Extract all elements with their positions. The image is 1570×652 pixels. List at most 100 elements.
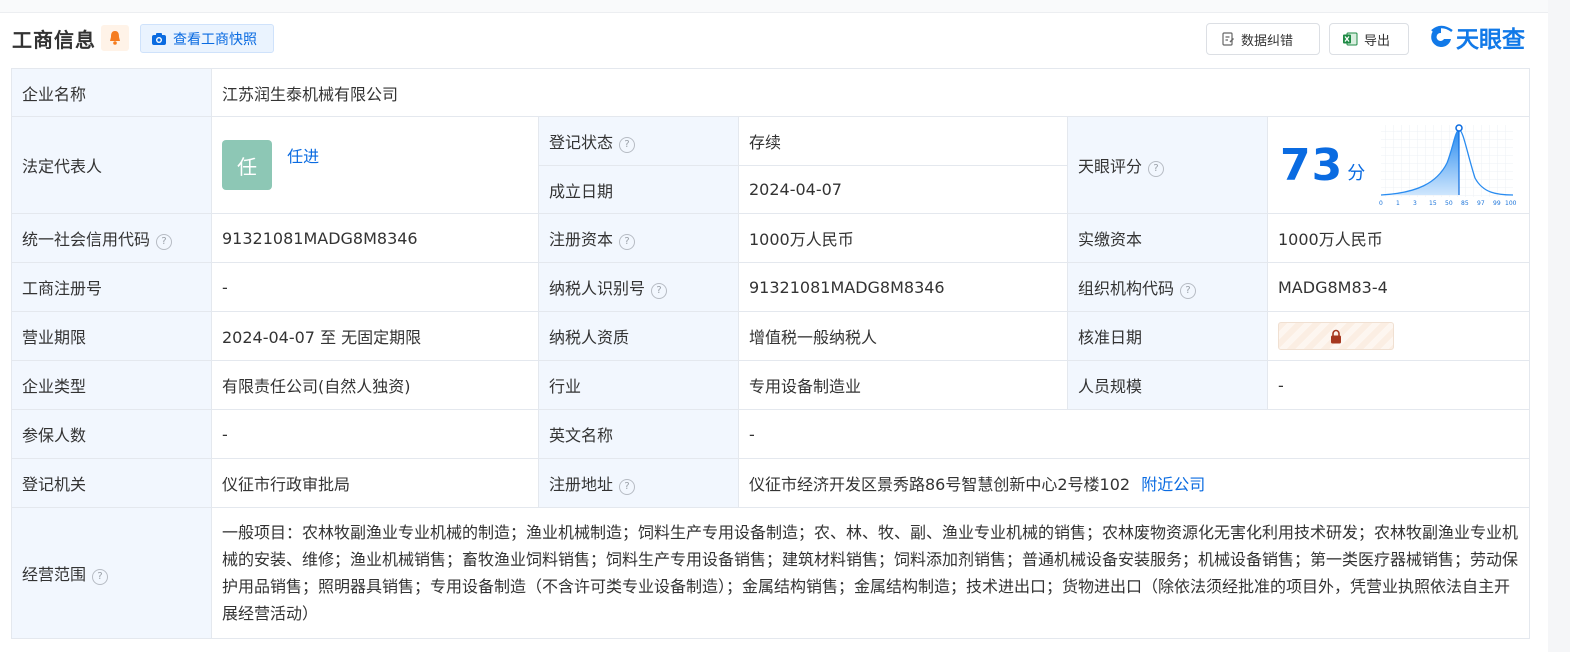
- legal-rep-name-link[interactable]: 任进: [287, 147, 319, 166]
- score-cell[interactable]: 73 分 0 1 3 15 50 85 97 99 100: [1266, 116, 1531, 214]
- top-strip: [0, 0, 1548, 13]
- reg-capital-value: 1000万人民币: [738, 213, 1068, 263]
- score-axis-tick: 85: [1461, 200, 1469, 207]
- data-correction-button[interactable]: 数据纠错: [1206, 23, 1320, 55]
- locked-value[interactable]: [1278, 322, 1394, 350]
- help-icon[interactable]: ?: [1148, 161, 1165, 177]
- term-value: 2024-04-07 至 无固定期限: [211, 311, 539, 361]
- biz-reg-no-key: 工商注册号: [11, 262, 212, 312]
- document-edit-icon: [1222, 32, 1234, 46]
- score-axis-tick: 50: [1445, 200, 1453, 207]
- camera-icon: [152, 32, 166, 45]
- view-snapshot-label: 查看工商快照: [173, 31, 257, 48]
- paid-capital-value: 1000万人民币: [1266, 213, 1531, 263]
- reg-address-value: 仪征市经济开发区景秀路86号智慧创新中心2号楼102: [749, 475, 1131, 494]
- tianyancha-logo: 天眼查: [1428, 22, 1525, 53]
- help-icon[interactable]: ?: [619, 234, 636, 250]
- section-title: 工商信息: [12, 28, 96, 52]
- lock-icon: [1331, 329, 1341, 343]
- insured-key: 参保人数: [11, 409, 212, 459]
- taxpayer-qual-value: 增值税一般纳税人: [738, 311, 1068, 361]
- reg-status-label: 登记状态: [549, 133, 614, 152]
- help-icon[interactable]: ?: [156, 234, 173, 250]
- score-axis-tick: 99: [1493, 200, 1501, 207]
- org-code-label: 组织机构代码: [1078, 279, 1175, 298]
- company-type-value: 有限责任公司(自然人独资): [211, 360, 539, 410]
- staff-size-value: -: [1266, 360, 1531, 410]
- org-code-key: 组织机构代码?: [1067, 262, 1268, 312]
- scope-key: 经营范围?: [11, 507, 212, 639]
- score-axis-tick: 100: [1505, 200, 1517, 207]
- credit-code-label: 统一社会信用代码: [22, 230, 151, 249]
- staff-size-key: 人员规模: [1067, 360, 1268, 410]
- table-row: 企业类型 有限责任公司(自然人独资) 行业 专用设备制造业 人员规模 -: [11, 360, 1531, 410]
- score-axis-tick: 97: [1477, 200, 1485, 207]
- help-icon[interactable]: ?: [1180, 283, 1197, 299]
- scope-label: 经营范围: [22, 565, 87, 584]
- reg-capital-label: 注册资本: [549, 230, 614, 249]
- help-icon[interactable]: ?: [651, 283, 668, 299]
- credit-code-key: 统一社会信用代码?: [11, 213, 212, 263]
- score-axis-tick: 15: [1429, 200, 1437, 207]
- credit-code-value: 91321081MADG8M8346: [211, 213, 539, 263]
- scope-value: 一般项目：农林牧副渔业专业机械的制造；渔业机械制造；饲料生产专用设备制造；农、林…: [210, 507, 1531, 639]
- score-unit: 分: [1347, 163, 1366, 184]
- table-row: 法定代表人 任 任进 登记状态? 存续 天眼评分? 73 分 0 1 3 15 …: [11, 116, 1531, 214]
- biz-reg-no-value: -: [211, 262, 539, 312]
- excel-icon: [1343, 32, 1358, 46]
- taxpayer-id-key: 纳税人识别号?: [538, 262, 739, 312]
- org-code-value: MADG8M83-4: [1266, 262, 1531, 312]
- company-name-value: 江苏润生泰机械有限公司: [210, 68, 1531, 117]
- business-info-table: 企业名称 江苏润生泰机械有限公司 法定代表人 任 任进 登记状态? 存续 天眼评…: [11, 68, 1531, 639]
- reg-address-label: 注册地址: [549, 475, 614, 494]
- legal-rep-cell: 任 任进: [211, 116, 539, 214]
- help-icon[interactable]: ?: [619, 137, 636, 153]
- export-button[interactable]: 导出: [1329, 23, 1409, 55]
- score-number: 73: [1280, 139, 1344, 191]
- score-key: 天眼评分?: [1067, 116, 1268, 214]
- table-row: 经营范围? 一般项目：农林牧副渔业专业机械的制造；渔业机械制造；饲料生产专用设备…: [11, 507, 1531, 639]
- table-row: 工商注册号 - 纳税人识别号? 91321081MADG8M8346 组织机构代…: [11, 262, 1531, 312]
- english-name-key: 英文名称: [538, 409, 739, 459]
- english-name-value: -: [737, 409, 1531, 459]
- industry-key: 行业: [538, 360, 739, 410]
- export-label: 导出: [1364, 33, 1391, 49]
- industry-value: 专用设备制造业: [738, 360, 1068, 410]
- table-row: 统一社会信用代码? 91321081MADG8M8346 注册资本? 1000万…: [11, 213, 1531, 263]
- table-row: 营业期限 2024-04-07 至 无固定期限 纳税人资质 增值税一般纳税人 核…: [11, 311, 1531, 361]
- tianyancha-logo-icon: [1431, 25, 1453, 47]
- avatar[interactable]: 任: [222, 140, 272, 190]
- view-snapshot-button[interactable]: 查看工商快照: [140, 24, 274, 53]
- taxpayer-id-label: 纳税人识别号: [549, 279, 646, 298]
- page: 工商信息 查看工商快照 数据纠错 导出 天眼查 企业名称 江苏润生泰机械有限公司: [0, 0, 1548, 652]
- score-label: 天眼评分: [1078, 157, 1143, 176]
- reg-authority-key: 登记机关: [11, 458, 212, 508]
- bell-icon[interactable]: [101, 25, 129, 51]
- logo-text: 天眼查: [1456, 27, 1525, 53]
- approval-date-cell: [1266, 311, 1531, 361]
- reg-status-value: 存续: [738, 116, 1068, 166]
- score-axis-tick: 1: [1396, 200, 1400, 207]
- score-axis-tick: 0: [1379, 200, 1383, 207]
- reg-address-key: 注册地址?: [538, 458, 739, 508]
- help-icon[interactable]: ?: [92, 569, 109, 585]
- term-key: 营业期限: [11, 311, 212, 361]
- score-distribution-chart: 0 1 3 15 50 85 97 99 100: [1379, 124, 1517, 207]
- table-row: 参保人数 - 英文名称 -: [11, 409, 1531, 459]
- legal-rep-key: 法定代表人: [11, 116, 212, 214]
- est-date-key: 成立日期: [538, 165, 739, 214]
- company-name-key: 企业名称: [11, 68, 212, 117]
- est-date-value: 2024-04-07: [738, 165, 1068, 214]
- reg-capital-key: 注册资本?: [538, 213, 739, 263]
- nearby-companies-link[interactable]: 附近公司: [1141, 475, 1205, 494]
- insured-value: -: [211, 409, 539, 459]
- section-header: 工商信息 查看工商快照 数据纠错 导出 天眼查: [12, 22, 1532, 56]
- taxpayer-id-value: 91321081MADG8M8346: [738, 262, 1068, 312]
- taxpayer-qual-key: 纳税人资质: [538, 311, 739, 361]
- table-row: 企业名称 江苏润生泰机械有限公司: [11, 68, 1531, 117]
- approval-date-key: 核准日期: [1067, 311, 1268, 361]
- reg-authority-value: 仪征市行政审批局: [211, 458, 539, 508]
- help-icon[interactable]: ?: [619, 479, 636, 495]
- data-correction-label: 数据纠错: [1241, 33, 1294, 49]
- reg-status-key: 登记状态?: [538, 116, 739, 166]
